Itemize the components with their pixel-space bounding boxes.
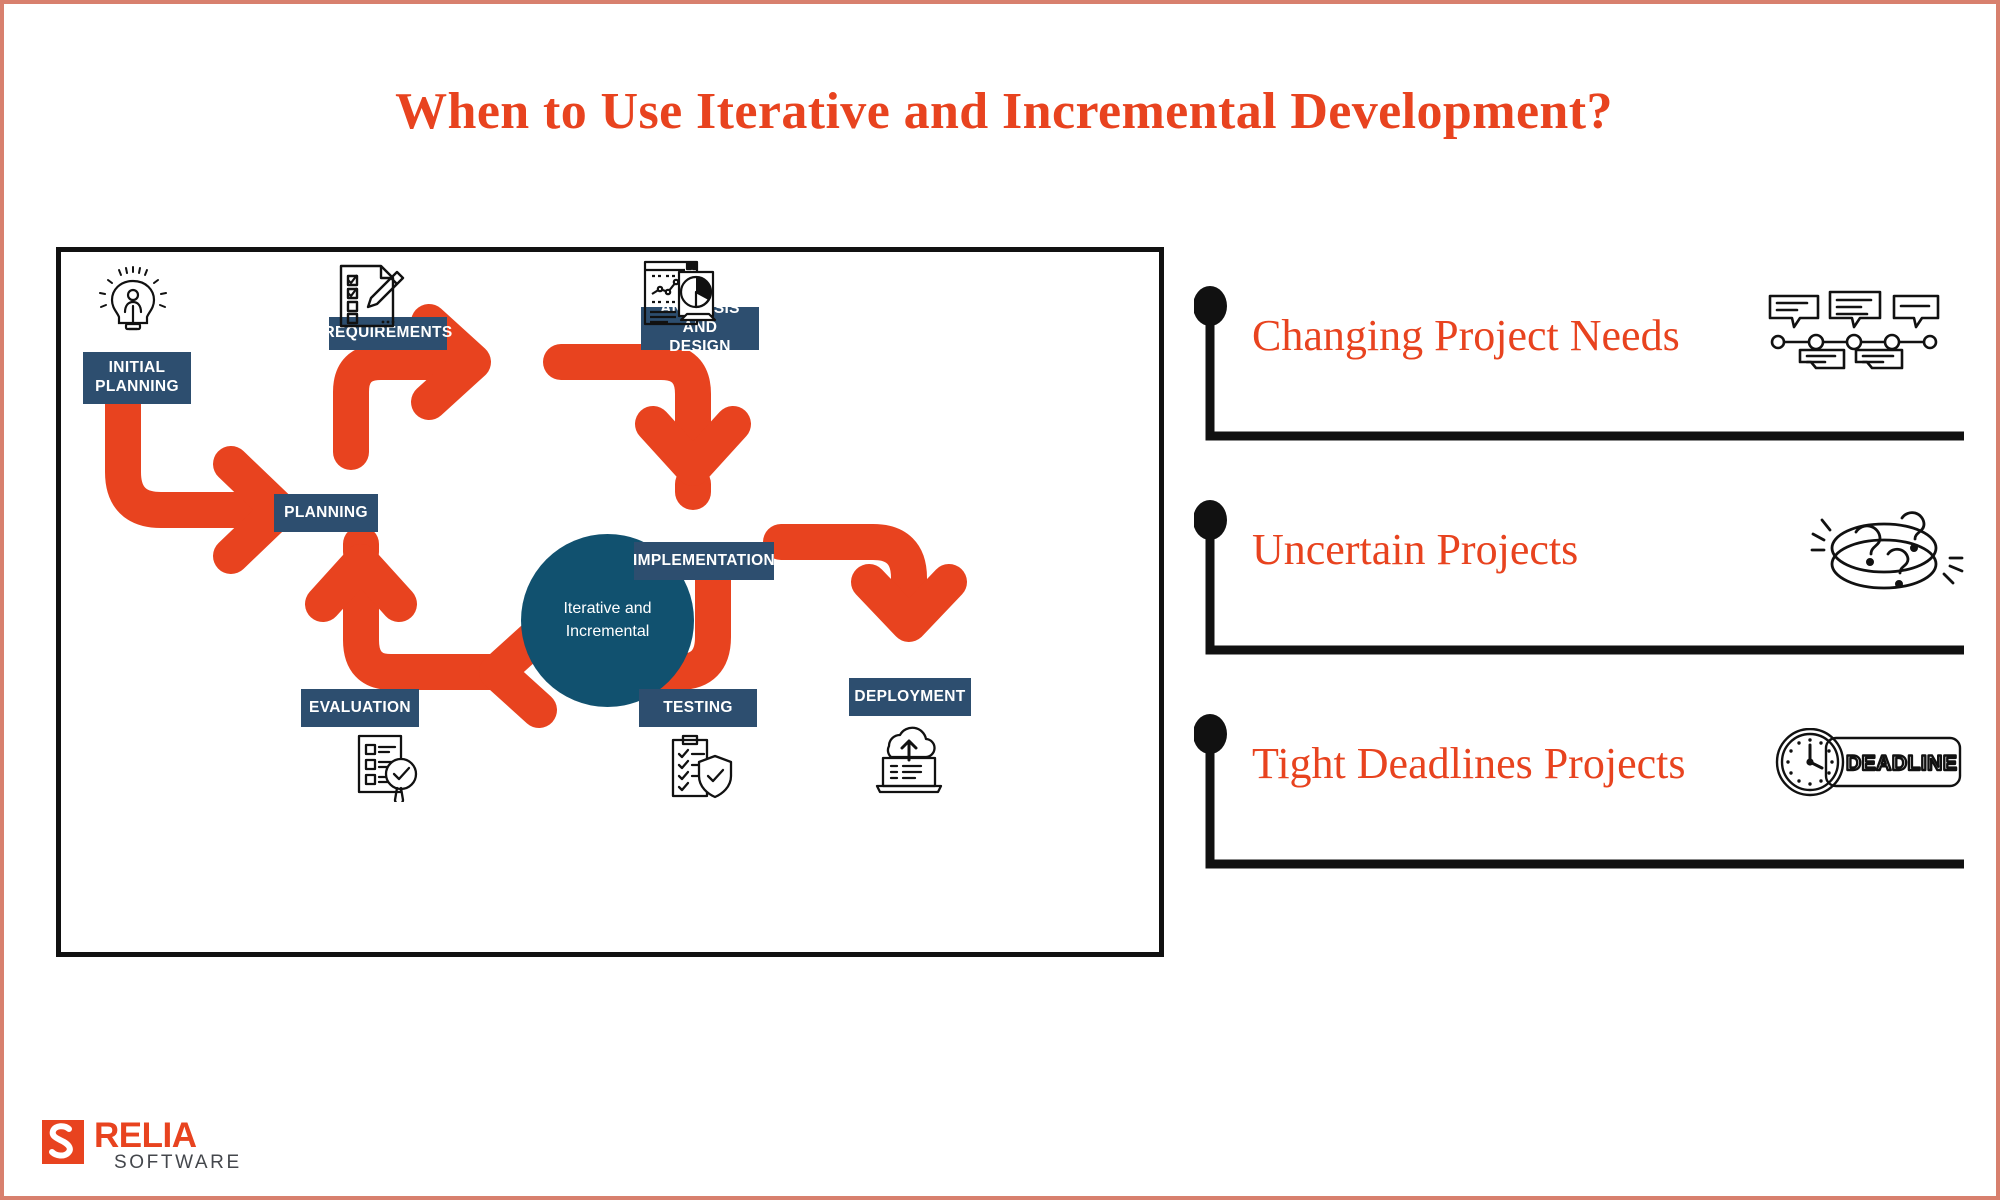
reasons-list: Changing Project Needs Uncertain Project…	[1194, 284, 1964, 884]
logo-wordmark: RELIA	[94, 1116, 197, 1155]
page-title: When to Use Iterative and Incremental De…	[395, 83, 1613, 140]
logo-subtitle: SOFTWARE	[114, 1152, 242, 1173]
reason-label-3: Tight Deadlines Projects	[1252, 739, 1686, 788]
lightbulb-person-icon	[99, 266, 167, 338]
stage-chip-implementation: IMPLEMENTATION	[632, 542, 776, 580]
question-marks-swirl-icon	[1804, 500, 1964, 596]
stage-chip-evaluation: EVALUATION	[301, 689, 419, 727]
stage-label-evaluation: EVALUATION	[309, 698, 411, 716]
center-circle-line2: Incremental	[565, 622, 650, 640]
checklist-magnifier-icon	[349, 730, 427, 802]
reason-label-1: Changing Project Needs	[1252, 311, 1680, 360]
clock-deadline-icon: DEADLINE	[1774, 728, 1964, 802]
stage-label-implementation: IMPLEMENTATION	[632, 551, 776, 569]
chat-bubbles-timeline-icon	[1764, 290, 1944, 370]
center-circle-line1: Iterative and	[563, 600, 652, 618]
list-item: Changing Project Needs	[1194, 284, 1964, 444]
stage-label-testing: TESTING	[663, 698, 733, 716]
checklist-pencil-icon	[333, 262, 407, 330]
list-item: Uncertain Projects	[1194, 498, 1964, 658]
process-diagram-inner: Iterative and Incremental INITIAL PLANNI…	[61, 252, 1169, 962]
clipboard-shield-icon	[661, 730, 735, 802]
process-diagram-frame: Iterative and Incremental INITIAL PLANNI…	[56, 247, 1164, 957]
stage-chip-testing: TESTING	[639, 689, 757, 727]
relia-logo-mark-icon	[42, 1120, 84, 1164]
stage-label-analysis-line2: DESIGN	[669, 337, 731, 355]
list-item: Tight Deadlines Projects DEADLINE	[1194, 712, 1964, 872]
relia-software-logo: RELIA SOFTWARE	[42, 1116, 312, 1178]
stage-label-initial-planning-line1: INITIAL	[108, 359, 166, 377]
charts-document-icon	[639, 258, 723, 330]
stage-chip-initial-planning: INITIAL PLANNING	[83, 352, 191, 404]
stage-chip-planning: PLANNING	[274, 494, 378, 532]
cloud-upload-laptop-icon	[871, 722, 947, 796]
reason-label-2: Uncertain Projects	[1252, 525, 1579, 574]
stage-label-planning: PLANNING	[284, 503, 368, 521]
svg-text:DEADLINE: DEADLINE	[1846, 752, 1957, 775]
stage-label-deployment: DEPLOYMENT	[854, 687, 966, 705]
stage-label-initial-planning-line2: PLANNING	[95, 378, 179, 395]
stage-chip-deployment: DEPLOYMENT	[849, 678, 971, 716]
infographic-page: When to Use Iterative and Incremental De…	[0, 0, 2000, 1200]
